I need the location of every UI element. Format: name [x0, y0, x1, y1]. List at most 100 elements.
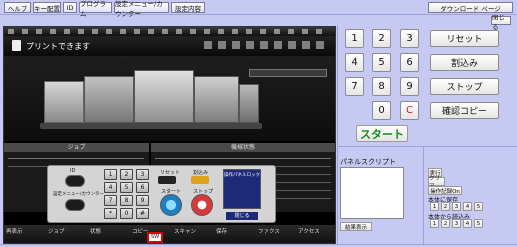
save-slot-1[interactable]: 1 [430, 202, 439, 211]
settings-counter-tab[interactable]: 設定メニュー/カウンター [114, 0, 169, 18]
reset-button[interactable]: リセット [430, 30, 499, 47]
bottom-tab[interactable]: 状態 [90, 227, 128, 236]
key-2[interactable]: 2 [372, 29, 391, 48]
panel-reset-label: リセット [160, 170, 181, 176]
close-button[interactable]: 閉じる [491, 13, 511, 31]
grid-line-top [0, 14, 517, 15]
bottom-tab[interactable]: 再表示 [6, 227, 44, 236]
clear-button[interactable]: クリア [428, 176, 445, 190]
save-slot-3[interactable]: 3 [452, 202, 461, 211]
status-row[interactable] [155, 158, 331, 159]
key-7[interactable]: 7 [345, 77, 364, 96]
machine-unit-5 [239, 84, 259, 123]
panel-key-5[interactable]: 5 [120, 182, 133, 193]
bottom-tab[interactable]: スキャン [174, 227, 212, 236]
op-log-button[interactable]: 操作記録On [428, 186, 462, 195]
save-slot-4[interactable]: 4 [463, 202, 472, 211]
key-0[interactable]: 0 [372, 101, 391, 120]
bottom-tab[interactable]: 保存 [216, 227, 254, 236]
load-slot-1[interactable]: 1 [430, 219, 439, 228]
stop-button[interactable]: ストップ [430, 78, 499, 95]
printer-icon [12, 40, 21, 51]
load-slot-4[interactable]: 4 [463, 219, 472, 228]
status-text: プリントできます [26, 42, 90, 51]
id-key-label: ID [70, 168, 76, 174]
panel-lock-label: 操作パネルロック [224, 173, 260, 178]
settings-counter-key-label: 設定メニュー/カウンター [53, 192, 105, 197]
machine-unit-1 [44, 81, 84, 123]
status-bar: プリントできます [4, 36, 335, 56]
key-layout-tab[interactable]: キー配置 [33, 2, 61, 13]
highlight-box[interactable]: SW [147, 232, 163, 243]
help-tab[interactable]: ヘルプ [4, 2, 31, 13]
panel-key-3[interactable]: 3 [136, 169, 149, 180]
id-key[interactable] [65, 175, 85, 187]
panel-key-8[interactable]: 8 [120, 195, 133, 206]
machine-screen: プリントできます ジョブ 機械状態 ID 設定メニュー/カウンター 1 2 3 … [3, 26, 336, 244]
panel-key-9[interactable]: 9 [136, 195, 149, 206]
divider-vertical [337, 25, 338, 245]
divider-horizontal [338, 146, 517, 147]
panel-start-label: スタート [161, 189, 182, 195]
bottom-tab[interactable]: ジョブ [48, 227, 86, 236]
key-1[interactable]: 1 [345, 29, 364, 48]
machine-unit-3 [134, 70, 194, 123]
result-display-button[interactable]: 結果表示 [340, 222, 372, 231]
highlight-label: SW [150, 234, 160, 240]
machine-base-shadow [40, 123, 262, 129]
bottom-tab[interactable]: ファクス [258, 227, 296, 236]
key-8[interactable]: 8 [372, 77, 391, 96]
top-toolbar: ヘルプ キー配置 ID プログラム 設定メニュー/カウンター 設定内容 ダウンロ… [0, 0, 517, 31]
panel-key-7[interactable]: 7 [104, 195, 117, 206]
key-clear[interactable]: C [400, 101, 419, 120]
panel-start-button[interactable] [160, 194, 182, 216]
id-tab[interactable]: ID [63, 2, 77, 13]
panel-key-2[interactable]: 2 [120, 169, 133, 180]
panel-key-4[interactable]: 4 [104, 182, 117, 193]
settings-content-tab[interactable]: 設定内容 [171, 2, 205, 13]
counter-bar [249, 69, 327, 77]
settings-counter-key[interactable] [65, 199, 85, 211]
machine-illustration-area [4, 56, 335, 141]
key-4[interactable]: 4 [345, 53, 364, 72]
divider-script [423, 147, 424, 245]
grid-line-bottom [0, 244, 517, 245]
section-left-header: ジョブ [4, 143, 149, 152]
panel-key-6[interactable]: 6 [136, 182, 149, 193]
machine-unit-2 [84, 76, 134, 123]
panel-stop-button[interactable] [191, 194, 213, 216]
control-panel-overlay: ID 設定メニュー/カウンター 1 2 3 4 5 6 7 8 9 * 0 # … [47, 165, 276, 223]
key-3[interactable]: 3 [400, 29, 419, 48]
status-icons [204, 41, 324, 49]
key-6[interactable]: 6 [400, 53, 419, 72]
panel-reset-key[interactable] [158, 176, 176, 184]
key-5[interactable]: 5 [372, 53, 391, 72]
screen-top-icons [8, 29, 328, 34]
panel-interrupt-key[interactable] [191, 176, 209, 184]
panel-key-0[interactable]: 0 [120, 208, 133, 219]
panel-lock-box[interactable]: 操作パネルロック [223, 169, 261, 209]
panel-script-textarea[interactable] [340, 167, 404, 219]
section-right-header: 機械状態 [151, 143, 335, 152]
load-slot-3[interactable]: 3 [452, 219, 461, 228]
save-slot-5[interactable]: 5 [474, 202, 483, 211]
bottom-tab[interactable]: アクセス [298, 227, 333, 236]
proof-copy-button[interactable]: 確認コピー [430, 102, 499, 119]
job-row[interactable] [8, 158, 144, 159]
panel-interrupt-label: 割込み [193, 170, 209, 176]
save-slot-2[interactable]: 2 [441, 202, 450, 211]
machine-unit-4 [194, 76, 239, 123]
panel-key-star[interactable]: * [104, 208, 117, 219]
interrupt-button[interactable]: 割込み [430, 54, 499, 71]
start-button[interactable]: スタート [356, 125, 408, 142]
key-9[interactable]: 9 [400, 77, 419, 96]
panel-key-hash[interactable]: # [136, 208, 149, 219]
panel-close-button[interactable]: 閉じる [226, 212, 258, 220]
load-slot-5[interactable]: 5 [474, 219, 483, 228]
load-slot-2[interactable]: 2 [441, 219, 450, 228]
panel-stop-label: ストップ [193, 189, 214, 195]
program-tab[interactable]: プログラム [79, 0, 112, 18]
panel-script-title: パネルスクリプト [340, 158, 396, 166]
screen-bottom-tabs: 再表示 ジョブ 状態 コピー スキャン 保存 ファクス アクセス SW [4, 225, 335, 243]
panel-key-1[interactable]: 1 [104, 169, 117, 180]
